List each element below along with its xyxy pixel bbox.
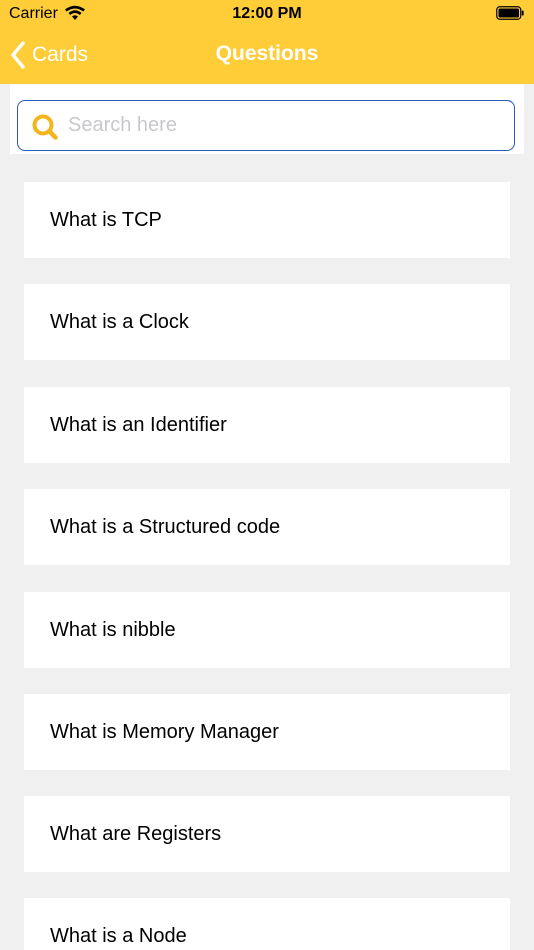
status-bar: Carrier 12:00 PM (0, 0, 534, 28)
top-bar: Carrier 12:00 PM Cards Questions (0, 0, 534, 84)
question-text: What is Memory Manager (50, 720, 279, 743)
page-title: Questions (215, 42, 319, 65)
question-card[interactable]: What is nibble (24, 592, 510, 668)
question-card[interactable]: What is a Clock (24, 284, 510, 360)
question-text: What is an Identifier (50, 413, 227, 436)
search-bar-container (10, 84, 524, 154)
navigation-bar: Cards Questions (0, 28, 534, 84)
search-box[interactable] (17, 100, 515, 151)
question-text: What are Registers (50, 822, 222, 845)
question-text: What is a Clock (50, 310, 189, 333)
question-card[interactable]: What is a Node (24, 898, 510, 950)
question-text: What is a Structured code (50, 515, 281, 538)
question-card[interactable]: What is Memory Manager (24, 694, 510, 770)
question-text: What is TCP (50, 208, 162, 231)
question-text: What is nibble (50, 618, 176, 641)
question-text: What is a Node (50, 925, 187, 947)
question-card[interactable]: What is TCP (24, 182, 510, 258)
question-card[interactable]: What are Registers (24, 796, 510, 872)
question-card[interactable]: What is an Identifier (24, 387, 510, 463)
search-icon (32, 114, 58, 140)
clock-time: 12:00 PM (232, 5, 302, 22)
battery-icon (496, 6, 524, 20)
question-card[interactable]: What is a Structured code (24, 489, 510, 565)
search-input[interactable] (68, 101, 508, 149)
